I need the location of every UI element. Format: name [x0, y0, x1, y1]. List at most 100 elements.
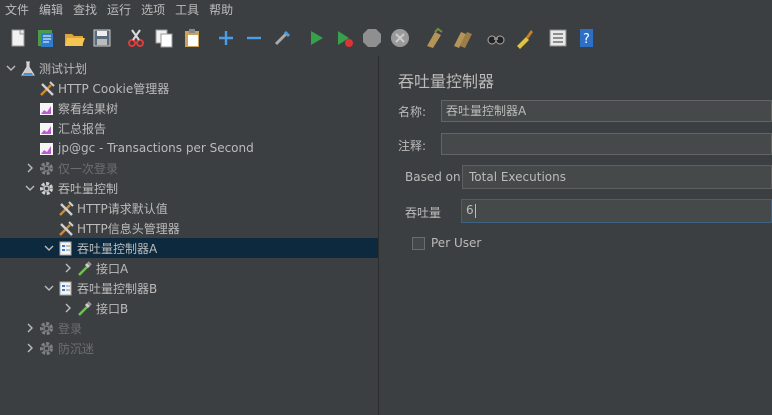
- based-on-select[interactable]: Total Executions: [462, 165, 772, 189]
- menu-item[interactable]: 选项: [136, 0, 170, 21]
- menu-item[interactable]: 帮助: [204, 0, 238, 21]
- cut-button[interactable]: [122, 25, 150, 53]
- throughput-controller-panel: 吞吐量控制器 名称: 吞吐量控制器A 注释: Based on Total Ex…: [388, 56, 772, 415]
- chevron-right-icon[interactable]: [23, 318, 37, 338]
- collapse-icon: [243, 27, 265, 52]
- chevron-down-icon[interactable]: [23, 178, 37, 198]
- start-icon: [305, 27, 327, 52]
- search-button[interactable]: [482, 25, 510, 53]
- controller-icon: [56, 239, 74, 257]
- tree-node[interactable]: 吞吐量控制器B: [0, 278, 378, 298]
- wrench-icon: [37, 79, 55, 97]
- paste-button[interactable]: [178, 25, 206, 53]
- tree-node[interactable]: 吞吐量控制器A: [0, 238, 378, 258]
- function-helper-button[interactable]: [544, 25, 572, 53]
- menu-bar: 文件 编辑 查找 运行 选项 工具 帮助: [0, 0, 772, 21]
- start-no-pauses-icon: [333, 27, 355, 52]
- menu-item[interactable]: 工具: [170, 0, 204, 21]
- wrench-icon: [56, 219, 74, 237]
- tree-node-label: 吞吐量控制器A: [77, 241, 158, 256]
- split-divider[interactable]: [378, 56, 388, 415]
- open-folder-icon: [63, 27, 85, 52]
- tree-node-label: HTTP Cookie管理器: [58, 81, 170, 96]
- throughput-label: 吞吐量: [405, 206, 442, 220]
- shutdown-button[interactable]: [386, 25, 414, 53]
- new-file-icon: [7, 27, 29, 52]
- chevron-right-icon[interactable]: [23, 338, 37, 358]
- start-button[interactable]: [302, 25, 330, 53]
- tree-node[interactable]: HTTP Cookie管理器: [0, 78, 378, 98]
- chevron-right-icon[interactable]: [23, 158, 37, 178]
- shutdown-icon: [389, 27, 411, 52]
- gear-icon: [37, 339, 55, 357]
- name-field[interactable]: 吞吐量控制器A: [441, 100, 772, 122]
- comment-field[interactable]: [441, 133, 772, 155]
- clear-all-button[interactable]: [448, 25, 476, 53]
- flask-icon: [18, 59, 36, 77]
- tree-node-label: 接口B: [96, 301, 129, 316]
- menu-item[interactable]: 运行: [102, 0, 136, 21]
- listener-icon: [37, 99, 55, 117]
- templates-button[interactable]: [32, 25, 60, 53]
- collapse-button[interactable]: [240, 25, 268, 53]
- menu-item[interactable]: 查找: [68, 0, 102, 21]
- copy-icon: [153, 27, 175, 52]
- start-no-pauses-button[interactable]: [330, 25, 358, 53]
- tree-node[interactable]: 登录: [0, 318, 378, 338]
- tree-node[interactable]: 仅一次登录: [0, 158, 378, 178]
- tree-node[interactable]: 接口A: [0, 258, 378, 278]
- tree-node[interactable]: HTTP信息头管理器: [0, 218, 378, 238]
- stop-icon: [361, 27, 383, 52]
- copy-button[interactable]: [150, 25, 178, 53]
- tree-node[interactable]: 汇总报告: [0, 118, 378, 138]
- per-user-label: Per User: [431, 236, 482, 250]
- test-plan-tree: 测试计划 HTTP Cookie管理器察看结果树 汇总报告 jp@gc - Trans…: [0, 56, 378, 415]
- reset-search-button[interactable]: [510, 25, 538, 53]
- clear-button[interactable]: [420, 25, 448, 53]
- toggle-button[interactable]: [268, 25, 296, 53]
- tree-node[interactable]: jp@gc - Transactions per Second: [0, 138, 378, 158]
- name-label: 名称:: [398, 105, 427, 119]
- svg-text:?: ?: [583, 32, 590, 47]
- tree-node[interactable]: 防沉迷: [0, 338, 378, 358]
- tree-node[interactable]: 接口B: [0, 298, 378, 318]
- open-folder-button[interactable]: [60, 25, 88, 53]
- chevron-down-icon[interactable]: [42, 278, 56, 298]
- per-user-checkbox[interactable]: [412, 237, 425, 250]
- panel-title: 吞吐量控制器: [398, 72, 495, 91]
- based-on-label: Based on: [405, 170, 461, 184]
- tree-node-label: 仅一次登录: [58, 161, 119, 176]
- expand-button[interactable]: [212, 25, 240, 53]
- save-icon: [91, 27, 113, 52]
- chevron-down-icon[interactable]: [4, 58, 18, 78]
- new-file-button[interactable]: [4, 25, 32, 53]
- clear-icon: [423, 27, 445, 52]
- search-icon: [485, 27, 507, 52]
- save-button[interactable]: [88, 25, 116, 53]
- stop-button[interactable]: [358, 25, 386, 53]
- tree-node[interactable]: 测试计划: [0, 58, 378, 78]
- tree-node[interactable]: 察看结果树: [0, 98, 378, 118]
- help-button[interactable]: ?: [572, 25, 600, 53]
- help-icon: ?: [575, 27, 597, 52]
- tree-node-label: 吞吐量控制器B: [77, 281, 158, 296]
- tree-node[interactable]: HTTP请求默认值: [0, 198, 378, 218]
- text-caret: [474, 203, 476, 218]
- menu-item[interactable]: 编辑: [34, 0, 68, 21]
- paste-icon: [181, 27, 203, 52]
- templates-icon: [35, 27, 57, 52]
- chevron-right-icon[interactable]: [61, 258, 75, 278]
- tree-node-label: 防沉迷: [58, 341, 95, 356]
- throughput-field[interactable]: 6: [461, 199, 772, 223]
- cut-icon: [125, 27, 147, 52]
- tree-node[interactable]: 吞吐量控制: [0, 178, 378, 198]
- comment-label: 注释:: [398, 139, 427, 153]
- gear-icon: [37, 319, 55, 337]
- chevron-down-icon[interactable]: [42, 238, 56, 258]
- chevron-right-icon[interactable]: [61, 298, 75, 318]
- reset-search-icon: [513, 27, 535, 52]
- menu-item[interactable]: 文件: [0, 0, 34, 21]
